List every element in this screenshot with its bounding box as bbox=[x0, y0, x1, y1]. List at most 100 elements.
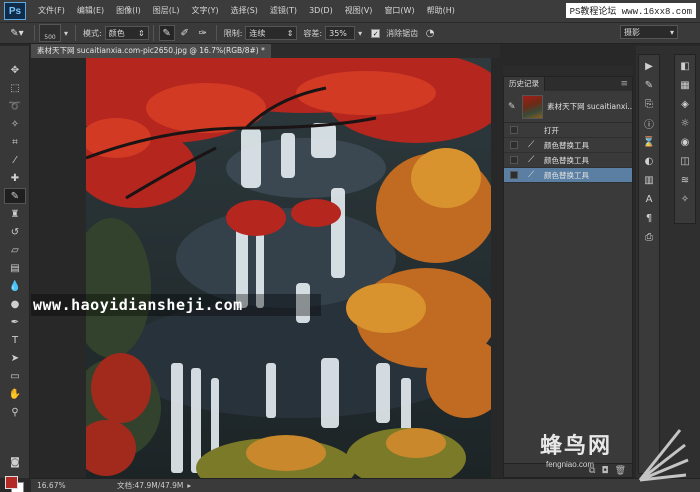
dodge-tool-icon[interactable]: ● bbox=[4, 296, 26, 312]
eyedropper-tool-icon[interactable]: ⁄ bbox=[4, 152, 26, 168]
history-source-box[interactable] bbox=[510, 171, 518, 179]
history-panel: 历史记录 ≡ ✎ 素材天下网 sucaitianxi... 打开 ⟋ 颜色替换工… bbox=[503, 76, 633, 478]
tolerance-field[interactable]: 35% bbox=[325, 26, 356, 40]
limit-select[interactable]: 连续 ⇕ bbox=[245, 26, 298, 40]
sampling-continuous-icon[interactable]: ✎ bbox=[158, 25, 175, 41]
workspace-switcher[interactable]: 摄影 ▾ bbox=[620, 25, 678, 39]
lasso-tool-icon[interactable]: ➰ bbox=[4, 98, 26, 114]
fengniao-subtitle: fengniao.com bbox=[546, 460, 595, 469]
menu-3d[interactable]: 3D(D) bbox=[303, 0, 339, 22]
document-size[interactable]: 文档:47.9M/47.9M bbox=[117, 480, 183, 491]
play-actions-icon[interactable]: ▶ bbox=[639, 58, 659, 74]
brush-size-value: 500 bbox=[44, 34, 56, 41]
menu-bar: Ps 文件(F) 编辑(E) 图像(I) 图层(L) 文字(Y) 选择(S) 滤… bbox=[0, 0, 700, 22]
sampling-once-icon[interactable]: ✐ bbox=[177, 25, 193, 41]
path-select-tool-icon[interactable]: ➤ bbox=[4, 350, 26, 366]
tool-presets-icon[interactable]: ⎙ bbox=[639, 229, 659, 245]
healing-brush-tool-icon[interactable]: ✚ bbox=[4, 170, 26, 186]
brush-size-picker[interactable]: 500 bbox=[39, 24, 61, 42]
blur-tool-icon[interactable]: 💧 bbox=[4, 278, 26, 294]
history-item[interactable]: 打开 bbox=[504, 123, 632, 138]
histogram-icon[interactable]: ▥ bbox=[639, 172, 659, 188]
menu-file[interactable]: 文件(F) bbox=[32, 0, 71, 22]
history-item[interactable]: ⟋ 颜色替换工具 bbox=[504, 138, 632, 153]
channels-icon[interactable]: ≋ bbox=[675, 172, 695, 188]
layers-icon[interactable]: ◫ bbox=[675, 153, 695, 169]
paths-icon[interactable]: ✧ bbox=[675, 191, 695, 207]
pressure-size-icon[interactable]: ◔ bbox=[422, 25, 438, 41]
history-source-box[interactable] bbox=[510, 156, 518, 164]
history-tab-row: 历史记录 ≡ bbox=[504, 77, 632, 91]
sampling-background-icon[interactable]: ✑ bbox=[195, 25, 211, 41]
antialias-label: 消除锯齿 bbox=[386, 28, 419, 38]
pen-tool-icon[interactable]: ✒ bbox=[4, 314, 26, 330]
menu-type[interactable]: 文字(Y) bbox=[185, 0, 224, 22]
history-item-selected[interactable]: ⟋ 颜色替换工具 bbox=[504, 168, 632, 183]
zoom-level[interactable]: 16.67% bbox=[37, 481, 73, 490]
tolerance-arrow-icon[interactable]: ▾ bbox=[358, 29, 362, 38]
character-icon[interactable]: A bbox=[639, 191, 659, 207]
paragraph-icon[interactable]: ¶ bbox=[639, 210, 659, 226]
status-arrow-icon[interactable]: ▸ bbox=[187, 481, 191, 490]
snapshot-label: 素材天下网 sucaitianxi... bbox=[547, 102, 632, 111]
history-item-label: 颜色替换工具 bbox=[544, 155, 589, 165]
marquee-tool-icon[interactable]: ⬚ bbox=[4, 80, 26, 96]
dropdown-arrow-icon: ▾ bbox=[669, 27, 674, 37]
divider bbox=[34, 25, 35, 41]
panel-collapse-bar[interactable] bbox=[503, 66, 633, 76]
history-source-box[interactable] bbox=[510, 126, 518, 134]
document-tab[interactable]: 素材天下网 sucaitianxia.com-pic2650.jpg @ 16.… bbox=[31, 44, 271, 58]
menu-help[interactable]: 帮助(H) bbox=[421, 0, 461, 22]
menu-view[interactable]: 视图(V) bbox=[339, 0, 379, 22]
menu-edit[interactable]: 编辑(E) bbox=[71, 0, 110, 22]
history-tab[interactable]: 历史记录 bbox=[504, 77, 545, 91]
tools-panel: ✥ ⬚ ➰ ✧ ⌗ ⁄ ✚ ✎ ♜ ↺ ▱ ▤ 💧 ● ✒ T ➤ ▭ ✋ ⚲ … bbox=[0, 46, 30, 492]
gradient-tool-icon[interactable]: ▤ bbox=[4, 260, 26, 276]
canvas-area[interactable]: www.haoyidiansheji.com bbox=[31, 58, 500, 478]
menu-select[interactable]: 选择(S) bbox=[225, 0, 264, 22]
history-item-label: 颜色替换工具 bbox=[544, 170, 589, 180]
limit-value: 连续 bbox=[249, 28, 266, 38]
right-dock: ▶ ✎ ⎘ ⓘ ⌛ ◐ ▥ A ¶ ⎙ ◧ ▦ ◈ ☼ ◉ ◫ ≋ ✧ bbox=[636, 46, 700, 478]
menu-filter[interactable]: 滤镜(T) bbox=[264, 0, 303, 22]
antialias-checkbox[interactable]: ✓ bbox=[371, 28, 381, 38]
menu-layer[interactable]: 图层(L) bbox=[147, 0, 186, 22]
quick-mask-icon[interactable]: ◙ bbox=[4, 454, 26, 470]
shape-tool-icon[interactable]: ▭ bbox=[4, 368, 26, 384]
hand-tool-icon[interactable]: ✋ bbox=[4, 386, 26, 402]
info-icon[interactable]: ⓘ bbox=[639, 115, 659, 131]
history-source-box[interactable] bbox=[510, 141, 518, 149]
masks-icon[interactable]: ◉ bbox=[675, 134, 695, 150]
adjustments-panel-icon[interactable]: ☼ bbox=[675, 115, 695, 131]
color-replacement-tool-icon[interactable]: ✎ bbox=[4, 188, 26, 204]
move-tool-icon[interactable]: ✥ bbox=[4, 62, 26, 78]
clone-source-icon[interactable]: ⎘ bbox=[639, 96, 659, 112]
history-item[interactable]: ⟋ 颜色替换工具 bbox=[504, 153, 632, 168]
history-brush-tool-icon[interactable]: ↺ bbox=[4, 224, 26, 240]
history-snapshot[interactable]: ✎ 素材天下网 sucaitianxi... bbox=[504, 91, 632, 123]
eraser-tool-icon[interactable]: ▱ bbox=[4, 242, 26, 258]
history-panel-icon[interactable]: ⌛ bbox=[639, 134, 659, 150]
tool-preset-picker[interactable]: ✎▾ bbox=[4, 24, 30, 42]
adjustments-icon[interactable]: ◐ bbox=[639, 153, 659, 169]
menu-image[interactable]: 图像(I) bbox=[110, 0, 147, 22]
options-bar: ✎▾ 500 ▾ 模式: 颜色 ⇕ ✎ ✐ ✑ 限制: 连续 ⇕ 容差: 35% ▾… bbox=[0, 22, 700, 44]
styles-icon[interactable]: ◈ bbox=[675, 96, 695, 112]
menu-window[interactable]: 窗口(W) bbox=[378, 0, 420, 22]
type-tool-icon[interactable]: T bbox=[4, 332, 26, 348]
history-item-label: 颜色替换工具 bbox=[544, 140, 589, 150]
snapshot-thumbnail bbox=[521, 94, 544, 119]
brush-icon: ⟋ bbox=[528, 155, 535, 165]
mode-select[interactable]: 颜色 ⇕ bbox=[104, 26, 149, 40]
zoom-tool-icon[interactable]: ⚲ bbox=[4, 404, 26, 420]
quick-select-tool-icon[interactable]: ✧ bbox=[4, 116, 26, 132]
foreground-color-swatch[interactable] bbox=[5, 476, 18, 489]
history-source-brush-icon[interactable]: ✎ bbox=[508, 102, 518, 112]
brush-arrow-icon[interactable]: ▾ bbox=[64, 29, 68, 38]
crop-tool-icon[interactable]: ⌗ bbox=[4, 134, 26, 150]
color-icon[interactable]: ◧ bbox=[675, 58, 695, 74]
clone-stamp-tool-icon[interactable]: ♜ bbox=[4, 206, 26, 222]
brush-panel-icon[interactable]: ✎ bbox=[639, 77, 659, 93]
swatches-icon[interactable]: ▦ bbox=[675, 77, 695, 93]
panel-menu-icon[interactable]: ≡ bbox=[620, 79, 628, 89]
